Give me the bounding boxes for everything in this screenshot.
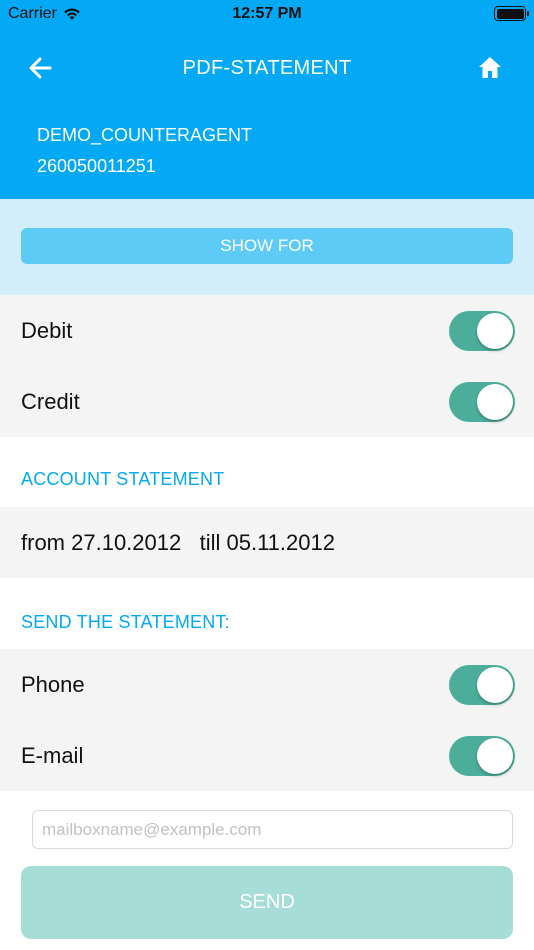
show-for-options: Debit Credit (0, 295, 534, 437)
status-bar: Carrier 12:57 PM (0, 0, 534, 28)
home-button[interactable] (476, 54, 504, 82)
agent-account-number: 260050011251 (37, 156, 156, 176)
credit-label: Credit (21, 389, 80, 414)
credit-toggle[interactable] (449, 382, 515, 422)
till-date: 05.11.2012 (226, 530, 335, 555)
account-statement-header: ACCOUNT STATEMENT (21, 469, 225, 489)
battery-icon (494, 6, 529, 21)
show-for-band: SHOW FOR (0, 199, 534, 295)
debit-toggle[interactable] (449, 311, 515, 351)
phone-label: Phone (21, 672, 85, 697)
page-title: PDF-STATEMENT (182, 57, 352, 79)
from-date: 27.10.2012 (71, 530, 182, 555)
email-row: E-mail (0, 720, 534, 791)
debit-label: Debit (21, 318, 73, 343)
send-options: Phone E-mail (0, 649, 534, 791)
show-for-button[interactable]: SHOW FOR (21, 228, 513, 264)
credit-row: Credit (0, 366, 534, 437)
send-button[interactable]: SEND (21, 866, 513, 939)
status-time: 12:57 PM (232, 5, 302, 22)
email-label: E-mail (21, 743, 84, 768)
header: PDF-STATEMENT DEMO_COUNTERAGENT 26005001… (0, 28, 534, 199)
home-icon (479, 57, 501, 78)
phone-row: Phone (0, 649, 534, 720)
phone-toggle[interactable] (449, 665, 515, 705)
debit-row: Debit (0, 295, 534, 366)
email-toggle[interactable] (449, 736, 515, 776)
email-field[interactable] (32, 810, 513, 849)
date-range: from 27.10.2012 till 05.11.2012 (21, 530, 335, 556)
send-statement-header: SEND THE STATEMENT: (21, 612, 230, 632)
agent-name: DEMO_COUNTERAGENT (37, 125, 253, 145)
date-range-row[interactable]: from 27.10.2012 till 05.11.2012 (0, 507, 534, 578)
from-label: from (21, 530, 65, 555)
till-label: till (199, 530, 221, 555)
